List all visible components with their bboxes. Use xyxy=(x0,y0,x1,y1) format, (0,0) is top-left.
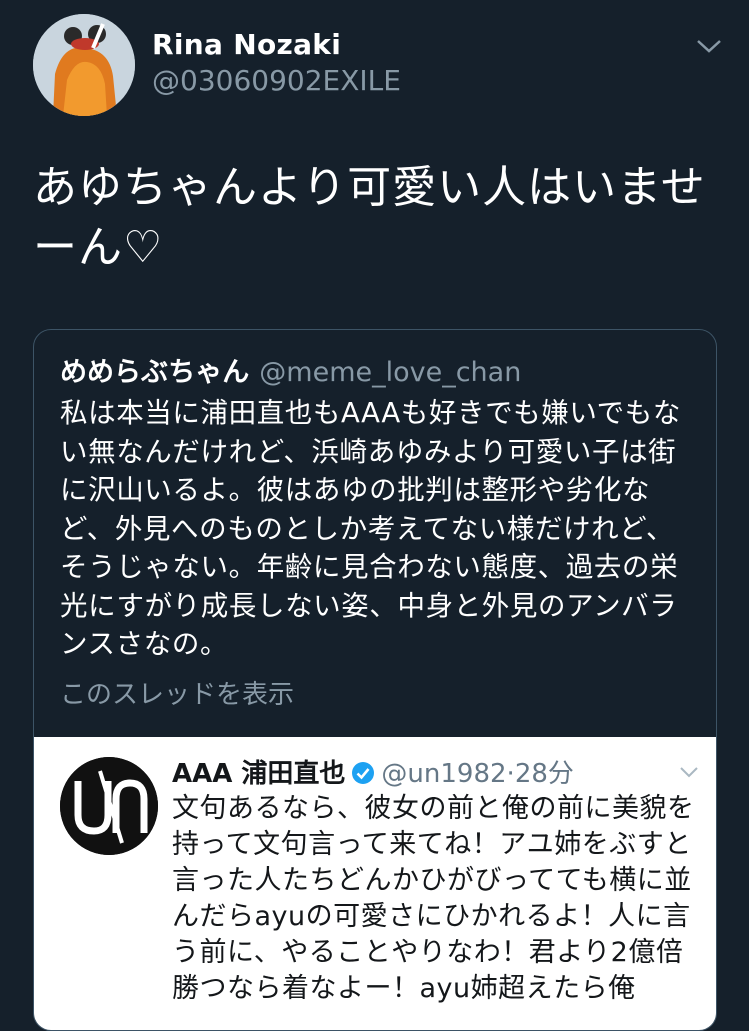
quoted-author-name: めめらぶちゃん xyxy=(60,357,250,388)
chevron-down-icon[interactable] xyxy=(694,36,724,56)
tweet-text: あゆちゃんより可愛い人はいませーん♡ xyxy=(33,162,706,273)
quoted-tweet-card[interactable]: めめらぶちゃん @meme_love_chan 私は本当に浦田直也もAAAも好きで… xyxy=(33,329,717,1031)
quoted-tweet-image[interactable]: AAA 浦田直也 @un1982·28分 文句あるなら、彼女の前と俺の前に美貌を持… xyxy=(34,737,716,1030)
author-handle[interactable]: @03060902EXILE xyxy=(152,64,401,97)
chevron-down-icon xyxy=(680,767,698,778)
author-name[interactable]: Rina Nozaki xyxy=(152,28,341,61)
author-avatar[interactable] xyxy=(33,14,135,116)
embedded-tweet-text: 文句あるなら、彼女の前と俺の前に美貌を持って文句言って来てね！アユ姉をぶすと言っ… xyxy=(172,793,695,1004)
avatar-image xyxy=(33,14,135,116)
embedded-tweet-header: AAA 浦田直也 @un1982·28分 xyxy=(172,753,574,790)
embedded-timestamp: 28分 xyxy=(514,759,574,789)
un-logo-icon xyxy=(60,757,158,855)
embedded-author-handle: @un1982 xyxy=(381,759,507,789)
verified-badge-icon xyxy=(352,762,375,784)
quoted-tweet-header: めめらぶちゃん @meme_love_chan xyxy=(60,350,521,389)
embedded-author-name: AAA 浦田直也 xyxy=(172,759,346,789)
show-thread-link[interactable]: このスレッドを表示 xyxy=(60,674,294,711)
quoted-tweet-text: 私は本当に浦田直也もAAAも好きでも嫌いでもない無なんだけれど、浜崎あゆみより可… xyxy=(60,397,681,660)
quoted-author-handle: @meme_love_chan xyxy=(259,357,522,388)
embedded-separator: · xyxy=(506,759,515,789)
